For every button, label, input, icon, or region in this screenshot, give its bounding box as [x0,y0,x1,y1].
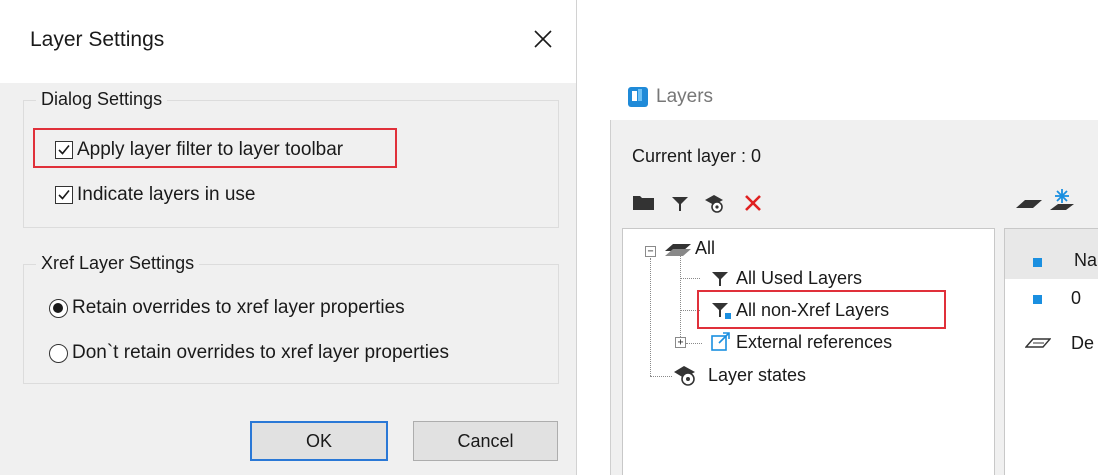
layers-app-icon [628,87,648,107]
tree-connector [680,278,700,279]
indicate-layers-checkbox[interactable]: Indicate layers in use [55,184,256,206]
filter-icon[interactable] [670,194,690,214]
layers-panel-title: Layers [656,86,714,107]
close-icon [534,30,552,48]
radio-button[interactable] [49,343,68,363]
all-layers-icon [665,244,691,256]
layer-states-icon [674,366,695,386]
tree-item-all-used-layers[interactable]: All Used Layers [736,268,862,289]
external-reference-icon [711,332,730,351]
tree-connector [650,376,672,377]
indicate-layers-label: Indicate layers in use [77,184,256,205]
layer-states-icon[interactable] [703,191,727,215]
filter-icon [712,272,728,286]
tree-connector [680,256,681,343]
tree-item-all[interactable]: All [695,238,715,259]
dialog-title: Layer Settings [30,28,165,51]
new-layer-icon[interactable] [1015,192,1043,214]
layer-row-name[interactable]: De [1071,333,1094,354]
dont-retain-overrides-radio[interactable]: Don`t retain overrides to xref layer pro… [49,342,449,364]
highlight-box-apply-filter [33,128,397,168]
checkbox-box[interactable] [55,186,73,204]
dont-retain-overrides-label: Don`t retain overrides to xref layer pro… [72,342,449,363]
collapse-toggle[interactable]: − [645,246,656,257]
tree-connector [650,258,651,376]
layer-row-icon [1025,338,1051,348]
highlight-box-non-xref [697,290,946,329]
retain-overrides-label: Retain overrides to xref layer propertie… [72,297,405,318]
dialog-settings-label: Dialog Settings [36,89,168,110]
column-header-name[interactable]: Na [1074,250,1097,271]
xref-layer-settings-group: Xref Layer Settings [23,253,559,384]
cancel-button[interactable]: Cancel [413,421,558,461]
status-column-icon [1033,258,1042,267]
tree-item-external-references[interactable]: External references [736,332,892,353]
layer-settings-dialog: Layer Settings Dialog Settings Apply lay… [0,0,577,475]
xref-layer-settings-label: Xref Layer Settings [36,253,200,274]
delete-icon[interactable] [743,193,763,213]
folder-icon[interactable] [632,194,656,212]
radio-button-selected[interactable] [49,298,68,318]
tree-item-layer-states[interactable]: Layer states [708,365,806,386]
current-layer-label: Current layer : 0 [632,146,762,166]
dialog-titlebar: Layer Settings [0,0,576,83]
current-layer-indicator-icon [1033,295,1042,304]
ok-button[interactable]: OK [250,421,388,461]
retain-overrides-radio[interactable]: Retain overrides to xref layer propertie… [49,297,405,319]
close-button[interactable] [526,22,560,56]
expand-toggle[interactable]: + [675,337,686,348]
layer-row-name[interactable]: 0 [1071,288,1081,309]
tree-connector [686,343,702,344]
layer-freeze-icon[interactable] [1046,186,1076,216]
check-icon [58,189,70,200]
